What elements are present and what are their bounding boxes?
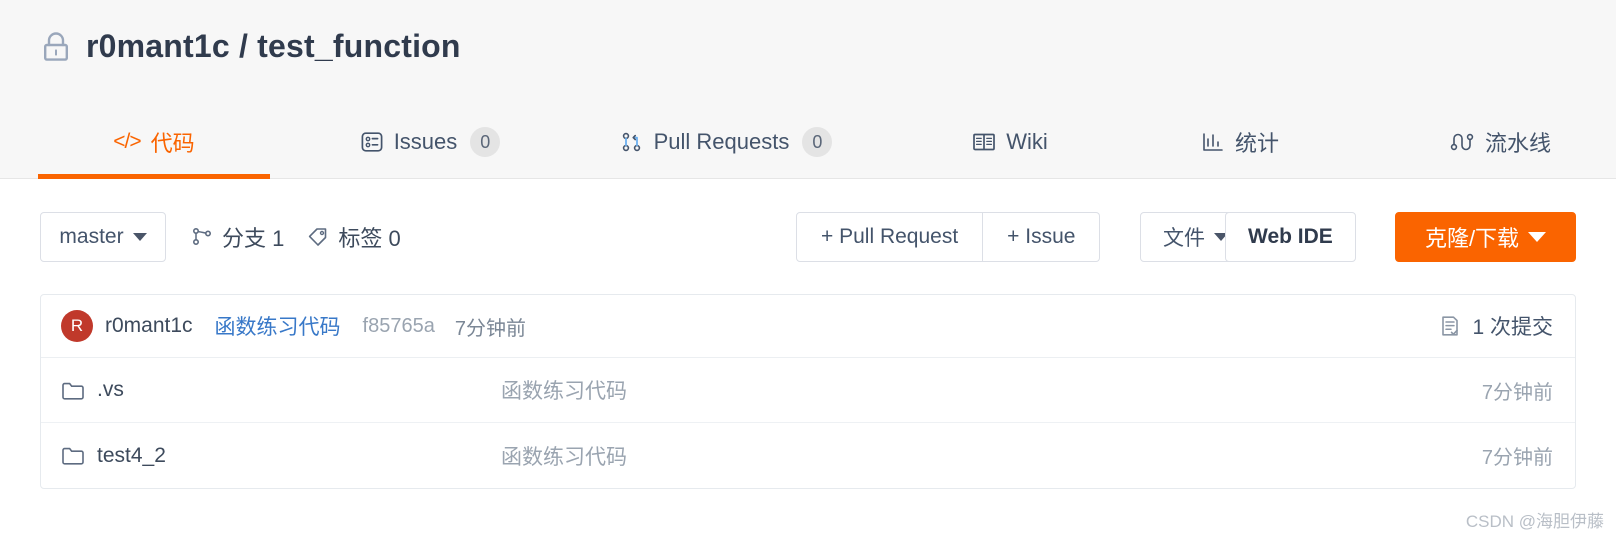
commit-count[interactable]: 1 次提交: [1438, 311, 1553, 341]
file-commit-time: 7分钟前: [1481, 447, 1553, 469]
tab-pipeline-label: 流水线: [1484, 131, 1551, 156]
repository-meta-counts: 分支 1 标签 0: [190, 212, 423, 262]
code-icon: </>: [113, 130, 141, 153]
clone-download-button[interactable]: 克隆/下载: [1395, 212, 1576, 262]
branches-count-label: 分支 1: [222, 226, 285, 251]
file-commit-time: 7分钟前: [1481, 381, 1553, 404]
folder-icon: [61, 380, 85, 401]
table-row[interactable]: test4_2 函数练习代码 7分钟前: [41, 423, 1575, 488]
git-branch-icon: [190, 225, 214, 249]
tab-statistics[interactable]: 统计: [1150, 105, 1330, 179]
file-commit-message: 函数练习代码: [501, 380, 627, 403]
tags-count[interactable]: 标签 0: [306, 221, 401, 253]
tab-wiki-label: Wiki: [1006, 129, 1048, 154]
tab-code-label: 代码: [150, 131, 195, 156]
tag-icon: [306, 225, 330, 249]
file-browser: R r0mant1c 函数练习代码 f85765a 7分钟前 1 次提交 .vs…: [40, 294, 1576, 489]
tab-code[interactable]: </> 代码: [38, 105, 270, 179]
file-commit-message: 函数练习代码: [501, 445, 627, 469]
branch-selector[interactable]: master: [40, 212, 166, 262]
new-pull-request-button[interactable]: + Pull Request: [796, 212, 984, 262]
tab-wiki[interactable]: Wiki: [920, 105, 1100, 179]
commit-history-icon: [1438, 314, 1462, 338]
new-issue-button[interactable]: + Issue: [983, 212, 1101, 262]
commit-hash[interactable]: f85765a: [363, 315, 435, 338]
web-ide-button[interactable]: Web IDE: [1225, 212, 1356, 262]
watermark: CSDN @海胆伊藤: [1465, 512, 1604, 531]
bar-chart-icon: [1201, 130, 1225, 154]
latest-commit-bar: R r0mant1c 函数练习代码 f85765a 7分钟前 1 次提交: [41, 295, 1575, 358]
branch-selector-label: master: [59, 225, 124, 248]
page-title: r0mant1c / test_function: [86, 28, 461, 64]
branches-count[interactable]: 分支 1: [190, 221, 284, 253]
file-name-cell: .vs: [61, 378, 501, 402]
commit-message[interactable]: 函数练习代码: [215, 311, 341, 341]
tab-statistics-label: 统计: [1234, 131, 1279, 156]
table-row[interactable]: .vs 函数练习代码 7分钟前: [41, 358, 1575, 423]
tab-issues-label: Issues: [393, 129, 458, 154]
tab-issues[interactable]: Issues 0: [320, 105, 540, 179]
commit-author[interactable]: r0mant1c: [105, 314, 193, 338]
tab-pipeline[interactable]: 流水线: [1400, 105, 1600, 179]
file-name[interactable]: test4_2: [97, 444, 166, 468]
create-button-group: + Pull Request + Issue: [796, 212, 1101, 262]
file-name-cell: test4_2: [61, 444, 501, 468]
tab-pull-requests[interactable]: Pull Requests 0: [592, 105, 860, 179]
tab-pull-requests-label: Pull Requests: [653, 129, 790, 154]
chevron-down-icon: [1528, 232, 1547, 242]
book-icon: [972, 131, 996, 153]
commit-count-label: 1 次提交: [1472, 316, 1553, 339]
repository-page: r0mant1c / test_function </> 代码 Issues 0…: [0, 0, 1616, 540]
tab-issues-badge: 0: [470, 127, 501, 157]
repository-title-row: r0mant1c / test_function: [40, 28, 461, 65]
tab-pull-requests-badge: 0: [802, 127, 833, 157]
tags-count-label: 标签 0: [338, 226, 401, 251]
file-name[interactable]: .vs: [97, 378, 124, 402]
commit-time: 7分钟前: [454, 317, 526, 340]
git-pull-request-icon: [620, 130, 644, 154]
chevron-down-icon: [132, 233, 147, 241]
folder-icon: [61, 445, 85, 466]
avatar[interactable]: R: [61, 310, 93, 342]
repository-header: r0mant1c / test_function </> 代码 Issues 0…: [0, 0, 1616, 179]
issue-list-icon: [360, 130, 384, 154]
tab-active-underline: [38, 174, 270, 179]
lock-icon: [40, 29, 72, 65]
files-dropdown-label: 文件: [1163, 227, 1205, 250]
repository-tabs: </> 代码 Issues 0 Pull Requests 0 Wiki 统计 …: [0, 105, 1616, 179]
pipeline-icon: [1449, 130, 1475, 154]
repository-toolbar: master 分支 1 标签 0 + Pull Request + Issue …: [0, 212, 1616, 270]
clone-download-label: 克隆/下载: [1424, 226, 1520, 251]
